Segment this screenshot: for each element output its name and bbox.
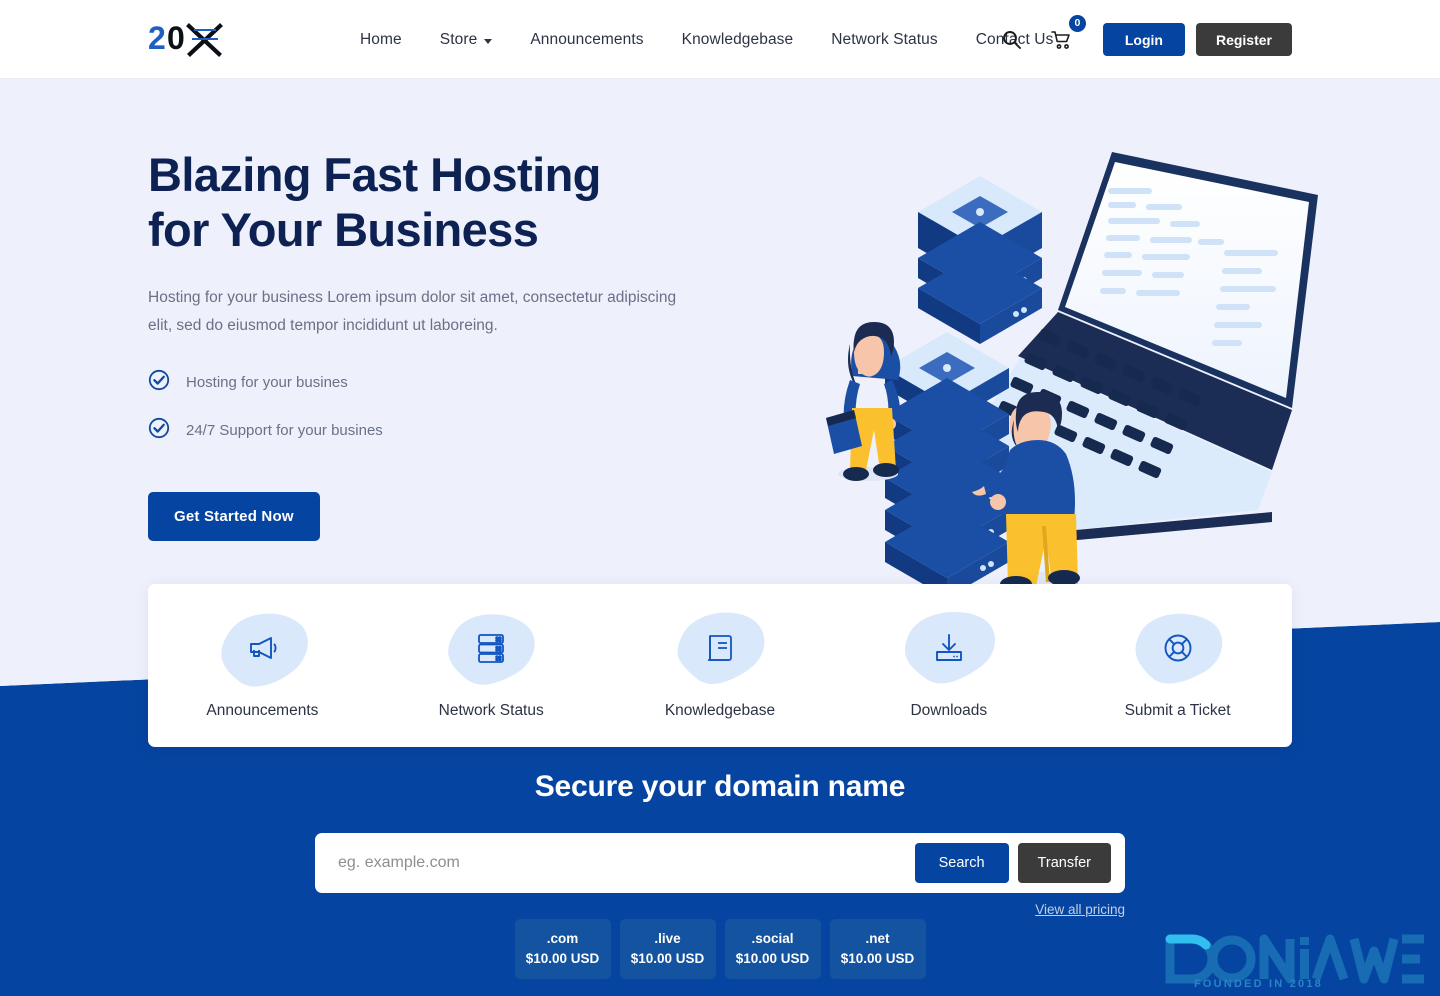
nav-label: Knowledgebase: [681, 30, 794, 48]
server-rack-icon: [476, 632, 506, 669]
check-circle-icon: [148, 417, 170, 444]
service-item-announcements[interactable]: Announcements: [148, 612, 377, 720]
doniaweb-watermark: FOUNDED IN 2018: [1158, 927, 1436, 994]
domain-search-title: Secure your domain name: [534, 770, 906, 803]
download-tray-icon: [933, 632, 965, 669]
tld-card-social[interactable]: .social $10.00 USD: [724, 919, 821, 979]
chevron-down-icon: [484, 38, 493, 44]
register-button[interactable]: Register: [1195, 23, 1292, 56]
hero-subtitle: Hosting for your business Lorem ipsum do…: [148, 288, 677, 334]
site-header: 2 0 Home Store Announcements Knowledgeba…: [0, 0, 1440, 79]
main-navigation: Home Store Announcements Knowledgebase N…: [360, 0, 1091, 79]
get-started-button[interactable]: Get Started Now: [148, 492, 320, 542]
feature-label: Hosting for your busines: [186, 374, 348, 392]
service-item-knowledgebase[interactable]: Knowledgebase: [606, 612, 835, 720]
nav-item-home[interactable]: Home: [360, 23, 402, 57]
icon-container: [210, 612, 314, 690]
tld-price: $10.00 USD: [525, 951, 600, 966]
list-item: Hosting for your busines: [148, 369, 748, 396]
cart-count-badge: 0: [1068, 14, 1086, 32]
tld-name: .net: [865, 931, 890, 946]
svg-text:2: 2: [148, 20, 166, 56]
nav-label: Store: [439, 30, 478, 48]
list-item: 24/7 Support for your busines: [148, 417, 748, 444]
service-label: Knowledgebase: [664, 701, 776, 719]
icon-container: [1126, 612, 1230, 690]
hero-title-line-1: Blazing Fast Hosting: [148, 148, 601, 201]
icon-container: [439, 612, 543, 690]
nav-label: Announcements: [530, 30, 644, 48]
nav-item-store[interactable]: Store: [440, 23, 493, 57]
tld-name: .social: [751, 931, 794, 946]
hero-illustration: [820, 140, 1320, 598]
service-label: Network Status: [438, 701, 544, 719]
service-label: Submit a Ticket: [1124, 701, 1231, 719]
service-item-network-status[interactable]: Network Status: [377, 612, 606, 720]
hero-feature-list: Hosting for your busines 24/7 Support fo…: [148, 369, 748, 444]
tld-name: .com: [546, 931, 579, 946]
domain-search-bar: Search Transfer: [315, 833, 1125, 893]
icon-container: [668, 612, 772, 690]
watermark-subtitle: FOUNDED IN 2018: [1194, 978, 1323, 989]
service-item-submit-a-ticket[interactable]: Submit a Ticket: [1063, 612, 1292, 720]
tld-card-live[interactable]: .live $10.00 USD: [619, 919, 716, 979]
domain-search-button[interactable]: Search: [914, 843, 1009, 883]
book-icon: [705, 632, 735, 669]
tld-card-net[interactable]: .net $10.00 USD: [829, 919, 926, 979]
nav-label: Network Status: [831, 30, 938, 48]
icon-container: [897, 611, 1001, 690]
megaphone-icon: [245, 631, 279, 670]
hero-title-line-2: for Your Business: [148, 202, 539, 256]
svg-text:0: 0: [167, 20, 185, 56]
nav-item-announcements[interactable]: Announcements: [530, 23, 643, 57]
nav-item-network-status[interactable]: Network Status: [831, 23, 938, 57]
service-item-downloads[interactable]: Downloads: [834, 611, 1063, 720]
quick-links-card: Announcements Network Status Knowledgeba…: [148, 584, 1292, 747]
tld-price: $10.00 USD: [630, 951, 705, 966]
view-all-pricing-link[interactable]: View all pricing: [315, 902, 1125, 917]
nav-label: Home: [360, 30, 402, 48]
search-icon[interactable]: [997, 25, 1027, 55]
shopping-cart-icon[interactable]: 0: [1047, 14, 1086, 55]
tld-name: .live: [654, 931, 681, 946]
domain-search-input[interactable]: [329, 854, 915, 872]
page-root: 2 0 Home Store Announcements Knowledgeba…: [0, 0, 1440, 996]
page-title: Blazing Fast Hosting for Your Business: [148, 148, 748, 258]
login-button[interactable]: Login: [1102, 23, 1185, 56]
hero-section: Blazing Fast Hosting for Your Business H…: [148, 148, 748, 542]
service-label: Downloads: [910, 701, 988, 719]
tld-price: $10.00 USD: [840, 951, 915, 966]
feature-label: 24/7 Support for your busines: [186, 422, 383, 440]
site-logo[interactable]: 2 0: [148, 17, 240, 63]
service-label: Announcements: [206, 701, 319, 719]
header-actions: 0 Login Register: [997, 0, 1292, 79]
tld-price: $10.00 USD: [735, 951, 810, 966]
nav-item-knowledgebase[interactable]: Knowledgebase: [682, 23, 794, 57]
check-circle-icon: [148, 369, 170, 396]
tld-card-com[interactable]: .com $10.00 USD: [514, 919, 611, 979]
lifebuoy-icon: [1162, 632, 1194, 669]
domain-transfer-button[interactable]: Transfer: [1017, 843, 1111, 883]
